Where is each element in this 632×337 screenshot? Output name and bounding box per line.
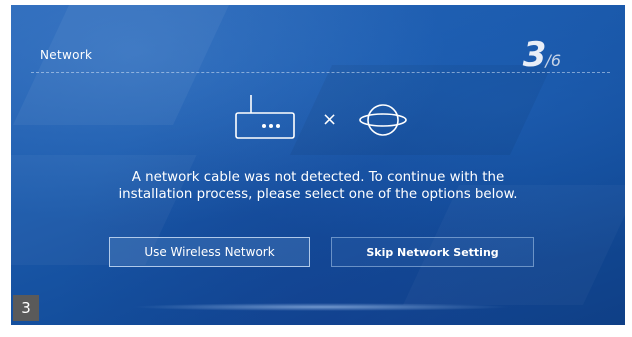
globe-icon — [358, 100, 408, 144]
skip-network-setting-button[interactable]: Skip Network Setting — [331, 237, 534, 267]
background-facet — [13, 5, 229, 125]
status-message: A network cable was not detected. To con… — [118, 170, 518, 202]
step-indicator: 3/6 — [523, 35, 561, 75]
page-number-badge: 3 — [13, 295, 39, 321]
page-title: Network — [40, 48, 93, 62]
footer-glow — [131, 303, 511, 311]
header-divider — [31, 72, 610, 73]
setup-screen: Network 3/6 × A network cable was not de… — [11, 5, 625, 325]
router-icon — [234, 93, 298, 147]
step-current: 3 — [522, 35, 547, 75]
close-icon: × — [322, 109, 338, 130]
step-total: /6 — [545, 51, 561, 70]
use-wireless-network-button[interactable]: Use Wireless Network — [109, 237, 310, 267]
